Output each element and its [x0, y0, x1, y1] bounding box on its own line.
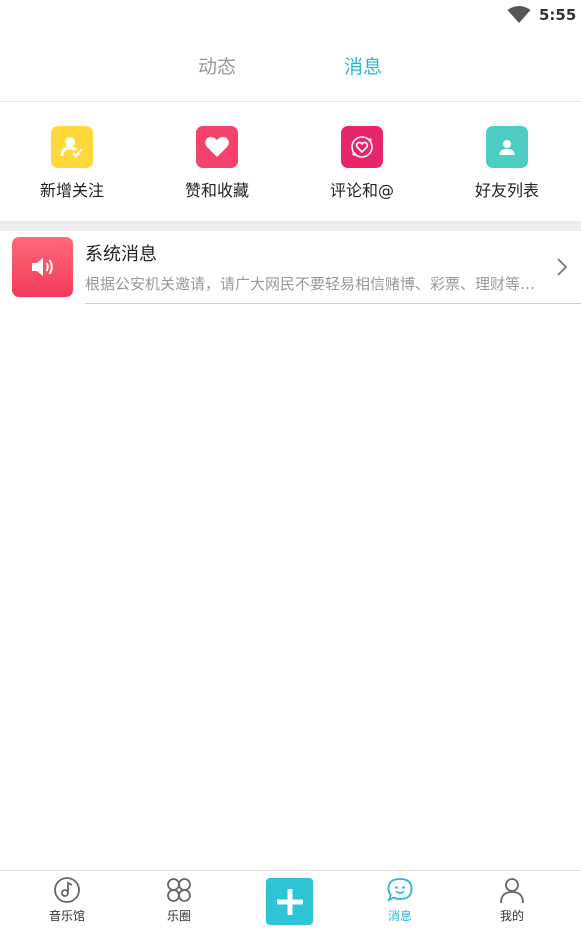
chevron-right-icon — [557, 258, 568, 276]
quick-new-follower-label: 新增关注 — [39, 181, 104, 200]
heart-icon — [196, 126, 238, 168]
clover-icon — [164, 875, 194, 905]
friends-icon — [486, 126, 528, 168]
quick-comments-mentions-label: 评论和@ — [329, 181, 394, 200]
quick-actions: 新增关注 赞和收藏 评论和@ 好友列表 — [0, 103, 581, 221]
system-message-title: 系统消息 — [85, 244, 157, 265]
status-bar: 5:55 — [0, 0, 581, 32]
nav-me[interactable]: 我的 — [477, 875, 547, 924]
nav-messages-label: 消息 — [387, 909, 412, 923]
chat-bubble-icon — [385, 875, 415, 905]
system-message-preview: 根据公安机关邀请，请广大网民不要轻易相信赌博、彩票、理财等诈骗信息 — [85, 275, 550, 293]
bottom-nav: 音乐馆 乐圈 消息 我的 — [0, 870, 581, 930]
wifi-icon — [507, 6, 531, 23]
speaker-icon — [12, 237, 73, 297]
top-tabs: 动态 消息 — [0, 32, 581, 102]
quick-friends-list-label: 好友列表 — [474, 181, 539, 200]
add-post-button[interactable] — [266, 878, 313, 925]
status-time: 5:55 — [539, 6, 577, 24]
tab-dynamics[interactable]: 动态 — [198, 52, 236, 79]
nav-music-hall-label: 音乐馆 — [48, 909, 85, 923]
nav-me-label: 我的 — [499, 909, 524, 923]
section-divider — [0, 221, 581, 231]
new-follower-icon — [51, 126, 93, 168]
nav-circle[interactable]: 乐圈 — [144, 875, 214, 924]
quick-new-follower[interactable]: 新增关注 — [17, 126, 127, 201]
nav-messages[interactable]: 消息 — [365, 875, 435, 924]
nav-circle-label: 乐圈 — [166, 909, 191, 923]
quick-likes-favorites-label: 赞和收藏 — [184, 181, 249, 200]
row-divider — [85, 303, 581, 304]
quick-comments-mentions[interactable]: 评论和@ — [307, 126, 417, 201]
quick-friends-list[interactable]: 好友列表 — [452, 126, 562, 201]
music-disc-icon — [52, 875, 82, 905]
system-message-row[interactable]: 系统消息 根据公安机关邀请，请广大网民不要轻易相信赌博、彩票、理财等诈骗信息 — [0, 231, 581, 305]
tab-messages[interactable]: 消息 — [344, 52, 382, 79]
person-icon — [497, 875, 527, 905]
nav-music-hall[interactable]: 音乐馆 — [32, 875, 102, 924]
comment-heart-icon — [341, 126, 383, 168]
quick-likes-favorites[interactable]: 赞和收藏 — [162, 126, 272, 201]
plus-icon — [276, 888, 303, 915]
